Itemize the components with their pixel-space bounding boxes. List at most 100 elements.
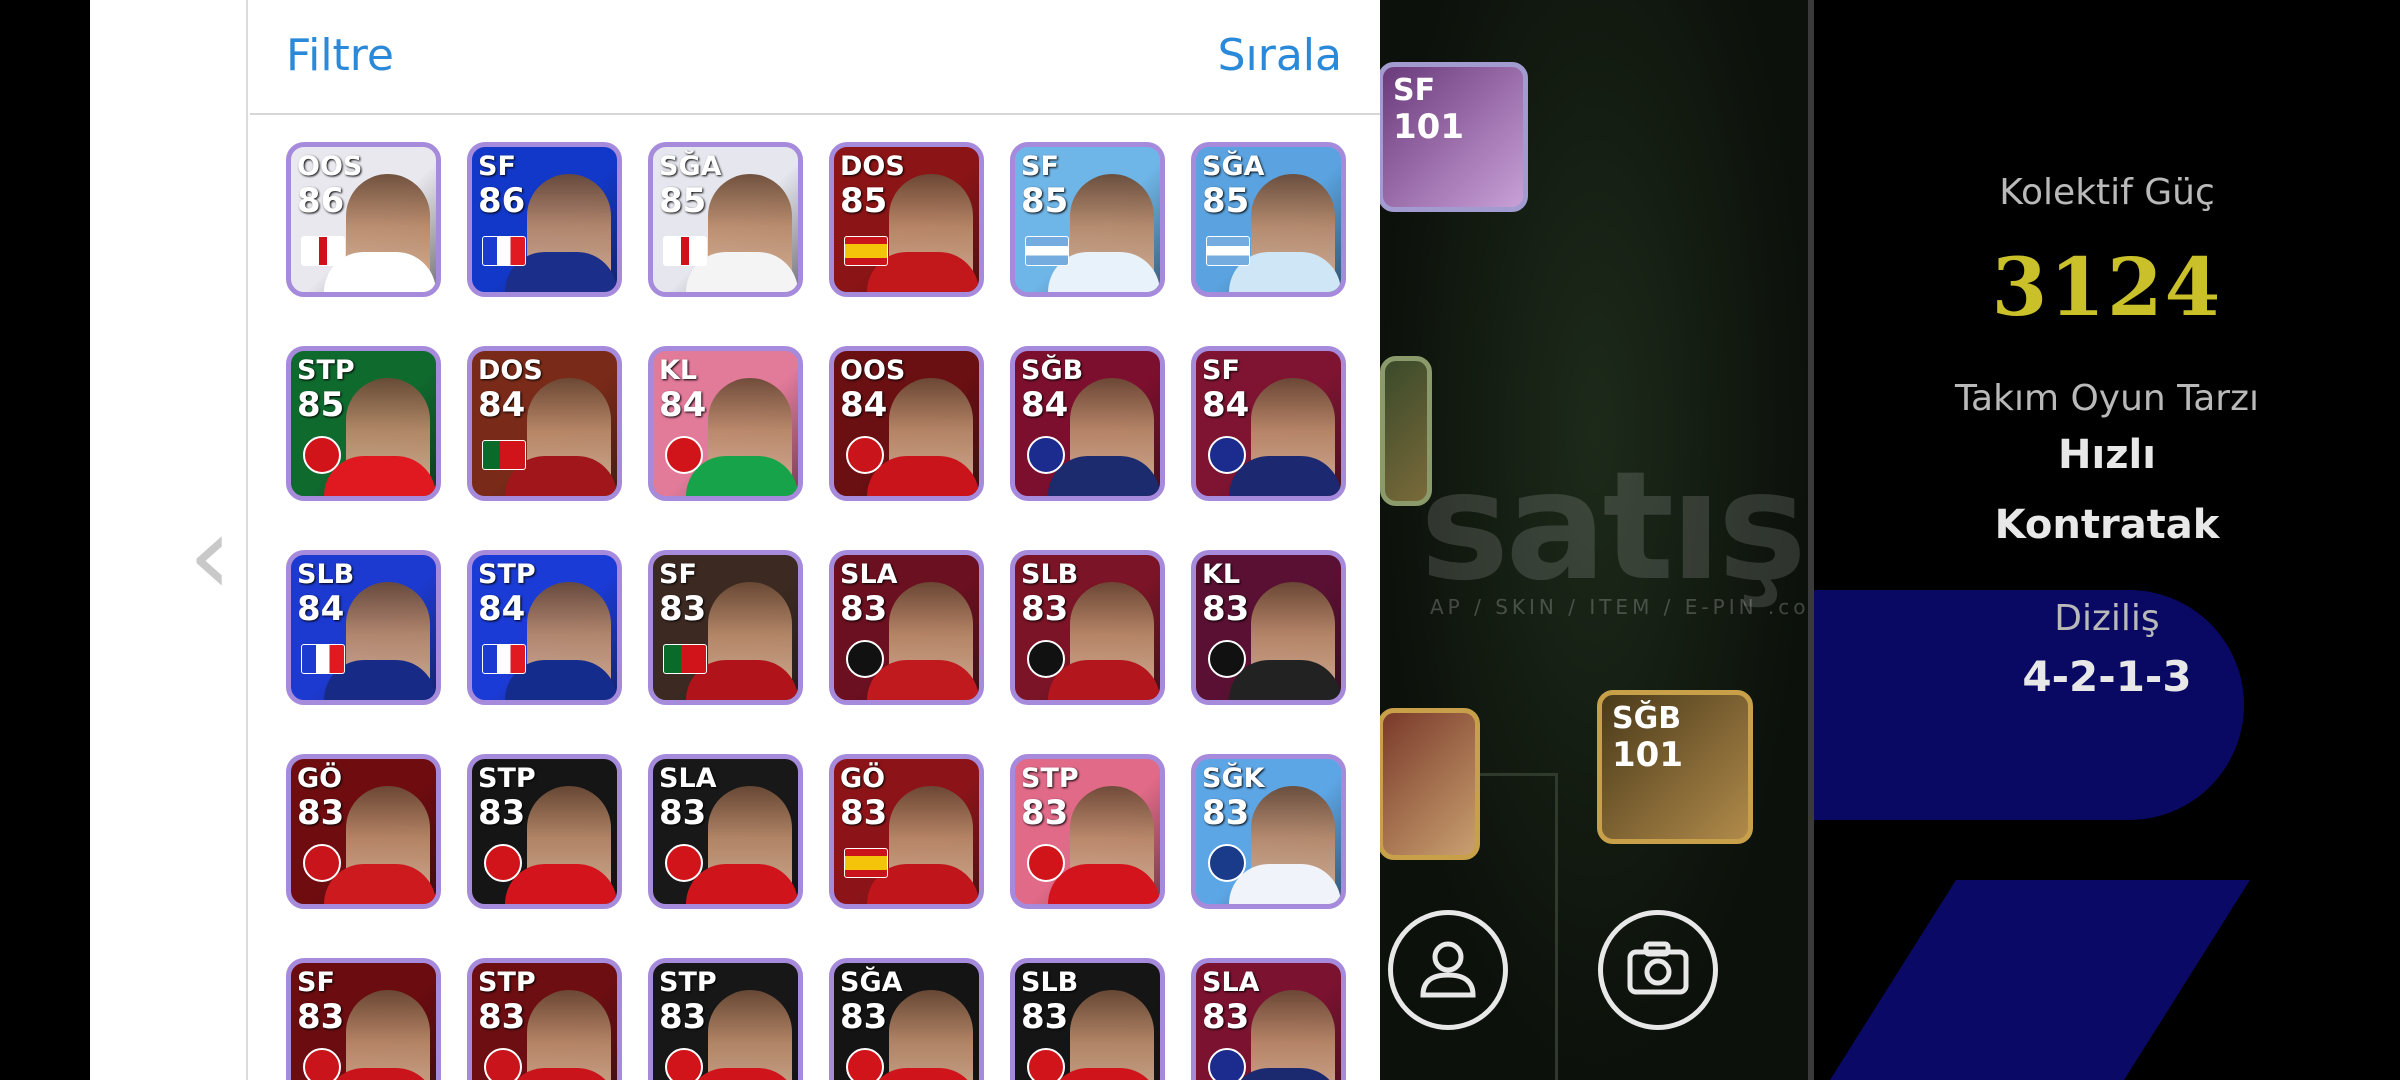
player-position: KL xyxy=(659,355,698,386)
player-rating: 85 xyxy=(840,181,888,221)
player-position: SĞA xyxy=(659,151,722,182)
player-rating: 83 xyxy=(478,793,526,833)
player-position: STP xyxy=(659,967,717,998)
player-rating: 86 xyxy=(478,181,526,221)
player-rating: 83 xyxy=(1202,793,1250,833)
filter-button[interactable]: Filtre xyxy=(286,30,394,81)
player-card[interactable]: SF 83 xyxy=(286,958,441,1080)
player-rating: 83 xyxy=(1021,793,1069,833)
player-rating: 101 xyxy=(1393,107,1464,147)
player-card[interactable]: STP 83 xyxy=(467,958,622,1080)
player-portrait xyxy=(708,990,792,1080)
player-card[interactable]: KL 84 xyxy=(648,346,803,501)
player-position: SLA xyxy=(659,763,717,794)
screen-edge xyxy=(0,0,90,1080)
player-position: STP xyxy=(478,763,536,794)
club-crest-icon xyxy=(484,844,522,882)
field-player-card[interactable]: SF 101 xyxy=(1378,62,1528,212)
player-card[interactable]: SF 86 xyxy=(467,142,622,297)
player-card[interactable]: KL 83 xyxy=(1191,550,1346,705)
player-rating: 86 xyxy=(297,181,345,221)
camera-icon xyxy=(1622,932,1694,1008)
player-rating: 83 xyxy=(840,997,888,1037)
team-playstyle-value: Kontratak xyxy=(1994,502,2220,548)
field-player-card[interactable]: SĞB 101 xyxy=(1597,690,1753,844)
player-position: GÖ xyxy=(297,763,343,794)
player-rating: 83 xyxy=(840,793,888,833)
field-player-card[interactable] xyxy=(1380,356,1432,506)
player-card[interactable]: SF 85 xyxy=(1010,142,1165,297)
field-player-card[interactable] xyxy=(1378,708,1480,860)
player-portrait xyxy=(346,990,430,1080)
player-card[interactable]: STP 85 xyxy=(286,346,441,501)
player-position: DOS xyxy=(840,151,905,182)
club-crest-icon xyxy=(846,1048,884,1080)
player-position: STP xyxy=(478,967,536,998)
club-crest-icon xyxy=(846,640,884,678)
screen: satış AP / SKIN / ITEM / E-PIN .com SF 1… xyxy=(0,0,2400,1080)
player-card[interactable]: SLB 83 xyxy=(1010,550,1165,705)
player-position: SF xyxy=(659,559,697,590)
watermark-logo: satış xyxy=(1420,440,1807,614)
player-card[interactable]: STP 84 xyxy=(467,550,622,705)
player-position: SĞB xyxy=(1021,355,1084,386)
player-card[interactable]: SĞB 84 xyxy=(1010,346,1165,501)
player-position: SF xyxy=(478,151,516,182)
club-crest-icon xyxy=(303,844,341,882)
player-card[interactable]: SĞA 85 xyxy=(648,142,803,297)
player-card[interactable]: STP 83 xyxy=(648,958,803,1080)
club-crest-icon xyxy=(484,1048,522,1080)
player-rating: 85 xyxy=(1202,181,1250,221)
field-line xyxy=(1555,775,1558,1080)
player-rating: 83 xyxy=(659,793,707,833)
club-crest-icon xyxy=(1208,640,1246,678)
player-card[interactable]: SĞK 83 xyxy=(1191,754,1346,909)
profile-button[interactable] xyxy=(1388,910,1508,1030)
player-card[interactable]: GÖ 83 xyxy=(286,754,441,909)
club-crest-icon xyxy=(665,844,703,882)
player-position: OOS xyxy=(840,355,906,386)
player-card[interactable]: SĞA 83 xyxy=(829,958,984,1080)
club-crest-icon xyxy=(1027,436,1065,474)
player-position: STP xyxy=(1021,763,1079,794)
player-card[interactable]: SLA 83 xyxy=(648,754,803,909)
chevron-left-icon[interactable]: ‹ xyxy=(188,500,232,610)
player-card[interactable]: OOS 86 xyxy=(286,142,441,297)
player-card[interactable]: OOS 84 xyxy=(829,346,984,501)
camera-button[interactable] xyxy=(1598,910,1718,1030)
player-card[interactable]: SĞA 85 xyxy=(1191,142,1346,297)
player-position: SLB xyxy=(297,559,355,590)
player-card[interactable]: SF 84 xyxy=(1191,346,1346,501)
player-position: STP xyxy=(478,559,536,590)
player-rating: 83 xyxy=(659,997,707,1037)
club-crest-icon xyxy=(1208,436,1246,474)
player-rating: 84 xyxy=(478,589,526,629)
player-card[interactable]: SLB 84 xyxy=(286,550,441,705)
player-rating: 84 xyxy=(659,385,707,425)
player-position: SLB xyxy=(1021,559,1079,590)
player-position: GÖ xyxy=(840,763,886,794)
club-crest-icon xyxy=(303,1048,341,1080)
player-position: KL xyxy=(1202,559,1241,590)
player-card[interactable]: SF 83 xyxy=(648,550,803,705)
sort-button[interactable]: Sırala xyxy=(1218,30,1342,81)
player-rating: 85 xyxy=(1021,181,1069,221)
player-rating: 83 xyxy=(1202,589,1250,629)
player-card[interactable]: GÖ 83 xyxy=(829,754,984,909)
player-card[interactable]: STP 83 xyxy=(1010,754,1165,909)
club-crest-icon xyxy=(1208,844,1246,882)
player-position: SĞK xyxy=(1202,763,1265,794)
player-card[interactable]: DOS 84 xyxy=(467,346,622,501)
player-card[interactable]: STP 83 xyxy=(467,754,622,909)
player-position: SĞB xyxy=(1612,701,1682,736)
player-position: STP xyxy=(297,355,355,386)
header-divider xyxy=(250,113,1380,115)
nation-flag-icon xyxy=(482,236,526,266)
nation-flag-icon xyxy=(482,644,526,674)
club-crest-icon xyxy=(846,436,884,474)
player-card[interactable]: DOS 85 xyxy=(829,142,984,297)
player-card-grid: OOS 86 SF 86 SĞA 85 DOS 85 SF 85 SĞA 85 STP 85 DOS 84 KL… xyxy=(286,142,1346,1080)
player-card[interactable]: SLA 83 xyxy=(829,550,984,705)
player-card[interactable]: SLB 83 xyxy=(1010,958,1165,1080)
player-card[interactable]: SLA 83 xyxy=(1191,958,1346,1080)
